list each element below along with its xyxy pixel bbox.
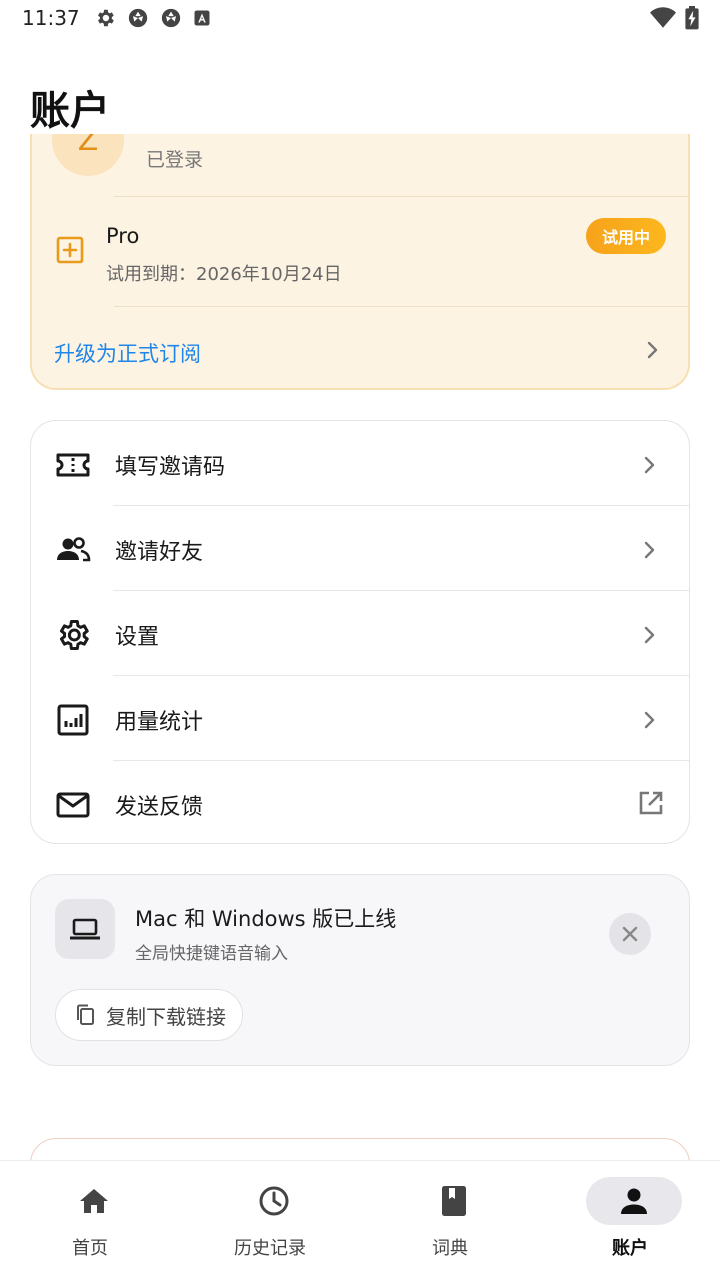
login-status: 已登录 xyxy=(146,149,204,171)
status-bar: 11:37 xyxy=(0,0,720,36)
plus-box-icon xyxy=(56,236,84,264)
copy-download-link-label: 复制下载链接 xyxy=(106,1004,226,1029)
promo-title: Mac 和 Windows 版已上线 xyxy=(135,907,397,931)
nav-label: 首页 xyxy=(72,1238,108,1259)
aperture-notification-icon-2 xyxy=(161,8,180,28)
chevron-right-icon xyxy=(644,456,655,474)
status-notification-icons xyxy=(94,7,211,29)
card-divider xyxy=(114,196,688,197)
pro-plan-name: Pro xyxy=(106,224,140,248)
bar-chart-icon xyxy=(57,704,89,736)
chevron-right-icon xyxy=(647,341,658,359)
chevron-right-icon xyxy=(644,541,655,559)
menu-item-label: 设置 xyxy=(115,625,160,650)
open-external-icon xyxy=(639,791,663,815)
menu-item-label: 填写邀请码 xyxy=(115,455,226,480)
card-divider xyxy=(114,306,688,307)
nav-item-dictionary[interactable]: 词典 xyxy=(360,1161,540,1280)
person-icon xyxy=(621,1188,647,1214)
dismiss-promo-button[interactable] xyxy=(609,913,651,955)
people-icon xyxy=(57,537,91,562)
menu-item-invite-friends[interactable]: 邀请好友 xyxy=(31,506,689,591)
pro-expiry-date: 试用到期：2026年10月24日 xyxy=(106,264,342,285)
nav-item-account[interactable]: 账户 xyxy=(540,1161,720,1280)
ticket-icon xyxy=(56,453,90,477)
font-notification-icon xyxy=(194,10,210,26)
chevron-right-icon xyxy=(644,626,655,644)
mail-icon xyxy=(56,792,90,818)
laptop-icon xyxy=(70,918,100,940)
nav-label: 历史记录 xyxy=(234,1238,306,1259)
chevron-right-icon xyxy=(644,711,655,729)
aperture-notification-icon xyxy=(128,8,147,28)
menu-item-invite-code[interactable]: 填写邀请码 xyxy=(31,421,689,506)
gear-icon xyxy=(59,620,89,650)
nav-label: 词典 xyxy=(432,1238,468,1259)
menu-item-label: 邀请好友 xyxy=(115,540,204,565)
settings-notification-icon xyxy=(97,9,114,27)
menu-item-send-feedback[interactable]: 发送反馈 xyxy=(31,761,689,843)
menu-item-usage-stats[interactable]: 用量统计 xyxy=(31,676,689,761)
book-icon xyxy=(442,1186,466,1216)
promo-subtitle: 全局快捷键语音输入 xyxy=(135,944,288,964)
nav-icon-container xyxy=(46,1177,142,1225)
menu-item-label: 用量统计 xyxy=(115,710,204,735)
close-icon xyxy=(622,926,638,942)
menu-item-settings[interactable]: 设置 xyxy=(31,591,689,676)
bottom-navigation: 首页 历史记录 词典 账户 xyxy=(0,1160,720,1280)
copy-download-link-button[interactable]: 复制下载链接 xyxy=(55,989,243,1041)
account-menu-card: 填写邀请码 邀请好友 设置 用量统计 发送反馈 xyxy=(30,420,690,844)
laptop-icon-container xyxy=(55,899,115,959)
upgrade-subscription-link[interactable]: 升级为正式订阅 xyxy=(54,338,201,368)
nav-icon-container xyxy=(406,1177,502,1225)
nav-icon-container xyxy=(586,1177,682,1225)
upgrade-subscription-row[interactable]: 升级为正式订阅 xyxy=(32,308,688,388)
battery-charging-icon xyxy=(685,6,699,30)
desktop-app-promo-card: Mac 和 Windows 版已上线 全局快捷键语音输入 复制下载链接 xyxy=(30,874,690,1066)
nav-label: 账户 xyxy=(612,1238,648,1259)
status-time: 11:37 xyxy=(22,6,80,30)
wifi-icon xyxy=(650,7,676,28)
nav-item-home[interactable]: 首页 xyxy=(0,1161,180,1280)
page-title: 账户 xyxy=(30,88,110,134)
copy-icon xyxy=(77,1004,94,1025)
nav-icon-container xyxy=(226,1177,322,1225)
nav-item-history[interactable]: 历史记录 xyxy=(180,1161,360,1280)
clock-icon xyxy=(259,1186,289,1216)
menu-item-label: 发送反馈 xyxy=(115,795,204,820)
status-system-icons xyxy=(650,6,700,30)
trial-status-badge: 试用中 xyxy=(585,218,666,254)
home-icon xyxy=(80,1189,108,1213)
